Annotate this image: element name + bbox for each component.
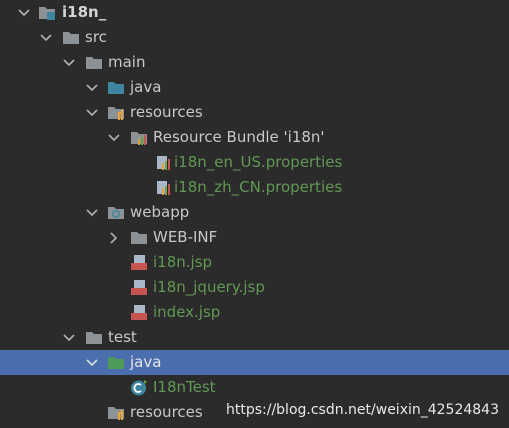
tree-label-test: test bbox=[108, 328, 137, 346]
tree-label-main: main bbox=[108, 53, 146, 71]
tree-node-root[interactable]: i18n_ bbox=[0, 0, 509, 25]
tree-node-jsp-i18n[interactable]: i18n.jsp bbox=[0, 250, 509, 275]
web-folder-icon bbox=[107, 204, 125, 221]
tree-label-webapp: webapp bbox=[130, 203, 190, 221]
tree-label-main-java: java bbox=[130, 78, 162, 96]
tree-node-test[interactable]: test bbox=[0, 325, 509, 350]
chevron-down-icon[interactable] bbox=[61, 325, 77, 350]
tree-label-main-resources: resources bbox=[130, 103, 203, 121]
tree-node-jsp-jquery[interactable]: i18n_jquery.jsp bbox=[0, 275, 509, 300]
chevron-right-icon[interactable] bbox=[106, 225, 122, 250]
chevron-down-icon[interactable] bbox=[38, 25, 54, 50]
chevron-down-icon[interactable] bbox=[84, 350, 100, 375]
tree-node-bundle[interactable]: Resource Bundle 'i18n' bbox=[0, 125, 509, 150]
test-source-folder-icon bbox=[107, 354, 125, 371]
tree-node-jsp-index[interactable]: index.jsp bbox=[0, 300, 509, 325]
watermark-url: https://blog.csdn.net/weixin_42524843 bbox=[225, 402, 499, 418]
tree-node-test-class[interactable]: I18nTest bbox=[0, 375, 509, 400]
test-class-icon bbox=[130, 379, 148, 396]
chevron-down-icon[interactable] bbox=[84, 75, 100, 100]
tree-label-test-resources: resources bbox=[130, 403, 203, 421]
chevron-down-icon[interactable] bbox=[16, 0, 32, 25]
chevron-down-icon[interactable] bbox=[84, 100, 100, 125]
folder-icon bbox=[85, 54, 103, 71]
chevron-down-icon[interactable] bbox=[84, 200, 100, 225]
tree-node-bundle-en[interactable]: i18n_en_US.properties bbox=[0, 150, 509, 175]
tree-node-src[interactable]: src bbox=[0, 25, 509, 50]
jsp-file-icon bbox=[130, 304, 148, 321]
resources-folder-icon bbox=[107, 104, 125, 121]
properties-file-icon bbox=[155, 154, 173, 171]
tree-label-src: src bbox=[85, 28, 107, 46]
tree-label-bundle-zh: i18n_zh_CN.properties bbox=[174, 178, 343, 196]
resource-bundle-icon bbox=[130, 129, 148, 146]
tree-node-test-java[interactable]: java bbox=[0, 350, 509, 375]
properties-file-icon bbox=[155, 179, 173, 196]
tree-label-bundle-en: i18n_en_US.properties bbox=[174, 153, 343, 171]
source-folder-icon bbox=[107, 79, 125, 96]
tree-label-root: i18n_ bbox=[62, 3, 107, 21]
tree-label-jsp-index: index.jsp bbox=[153, 303, 221, 321]
chevron-down-icon[interactable] bbox=[106, 125, 122, 150]
tree-node-main-resources[interactable]: resources bbox=[0, 100, 509, 125]
jsp-file-icon bbox=[130, 254, 148, 271]
tree-node-bundle-zh[interactable]: i18n_zh_CN.properties bbox=[0, 175, 509, 200]
tree-label-web-inf: WEB-INF bbox=[153, 228, 218, 246]
folder-icon bbox=[130, 229, 148, 246]
tree-label-test-class: I18nTest bbox=[153, 378, 216, 396]
tree-label-jsp-i18n: i18n.jsp bbox=[153, 253, 213, 271]
tree-node-main-java[interactable]: java bbox=[0, 75, 509, 100]
tree-node-main[interactable]: main bbox=[0, 50, 509, 75]
folder-icon bbox=[85, 329, 103, 346]
tree-label-test-java: java bbox=[130, 353, 162, 371]
test-resources-folder-icon bbox=[107, 404, 125, 421]
jsp-file-icon bbox=[130, 279, 148, 296]
tree-node-web-inf[interactable]: WEB-INF bbox=[0, 225, 509, 250]
module-folder-icon bbox=[38, 4, 56, 21]
tree-label-bundle: Resource Bundle 'i18n' bbox=[153, 128, 325, 146]
chevron-down-icon[interactable] bbox=[61, 50, 77, 75]
project-tree: i18n_ src main java resources Resource B… bbox=[0, 0, 509, 425]
folder-icon bbox=[62, 29, 80, 46]
tree-label-jsp-jquery: i18n_jquery.jsp bbox=[153, 278, 265, 296]
tree-node-webapp[interactable]: webapp bbox=[0, 200, 509, 225]
